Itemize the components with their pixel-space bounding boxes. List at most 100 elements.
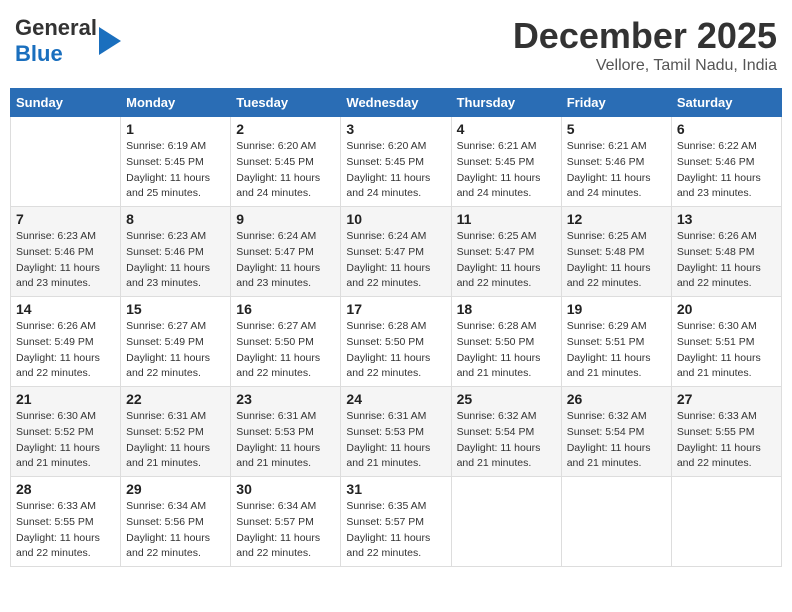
calendar-cell: 6 Sunrise: 6:22 AM Sunset: 5:46 PM Daylig… [671, 117, 781, 207]
calendar-cell: 30 Sunrise: 6:34 AM Sunset: 5:57 PM Dayli… [231, 477, 341, 567]
day-of-week-header: Friday [561, 89, 671, 117]
calendar-week-row: 1Sunrise: 6:19 AM Sunset: 5:45 PM Daylig… [11, 117, 782, 207]
cell-info: Sunrise: 6:20 AM Sunset: 5:45 PM Dayligh… [236, 139, 335, 202]
calendar-cell: 8 Sunrise: 6:23 AM Sunset: 5:46 PM Daylig… [121, 207, 231, 297]
day-number: 3 [346, 121, 445, 137]
day-of-week-header: Thursday [451, 89, 561, 117]
calendar-cell: 24Sunrise: 6:31 AM Sunset: 5:53 PM Dayli… [341, 387, 451, 477]
calendar-cell: 26 Sunrise: 6:32 AM Sunset: 5:54 PM Dayli… [561, 387, 671, 477]
calendar-cell: 18Sunrise: 6:28 AM Sunset: 5:50 PM Dayli… [451, 297, 561, 387]
logo-icon [99, 27, 121, 55]
subtitle: Vellore, Tamil Nadu, India [513, 57, 777, 75]
cell-info: Sunrise: 6:24 AM Sunset: 5:47 PM Dayligh… [346, 229, 445, 292]
cell-info: Sunrise: 6:31 AM Sunset: 5:53 PM Dayligh… [236, 409, 335, 472]
calendar-cell: 9Sunrise: 6:24 AM Sunset: 5:47 PM Daylig… [231, 207, 341, 297]
calendar-week-row: 14 Sunrise: 6:26 AM Sunset: 5:49 PM Dayli… [11, 297, 782, 387]
cell-info: Sunrise: 6:27 AM Sunset: 5:49 PM Dayligh… [126, 319, 225, 382]
day-number: 11 [457, 211, 556, 227]
cell-info: Sunrise: 6:19 AM Sunset: 5:45 PM Dayligh… [126, 139, 225, 202]
day-number: 17 [346, 301, 445, 317]
calendar-cell: 21 Sunrise: 6:30 AM Sunset: 5:52 PM Dayli… [11, 387, 121, 477]
calendar-cell: 19 Sunrise: 6:29 AM Sunset: 5:51 PM Dayli… [561, 297, 671, 387]
day-number: 26 [567, 391, 666, 407]
cell-info: Sunrise: 6:21 AM Sunset: 5:46 PM Dayligh… [567, 139, 666, 202]
day-number: 12 [567, 211, 666, 227]
cell-info: Sunrise: 6:22 AM Sunset: 5:46 PM Dayligh… [677, 139, 776, 202]
day-number: 10 [346, 211, 445, 227]
calendar-cell: 4 Sunrise: 6:21 AM Sunset: 5:45 PM Daylig… [451, 117, 561, 207]
calendar-week-row: 28 Sunrise: 6:33 AM Sunset: 5:55 PM Dayli… [11, 477, 782, 567]
calendar-cell: 11 Sunrise: 6:25 AM Sunset: 5:47 PM Dayli… [451, 207, 561, 297]
cell-info: Sunrise: 6:34 AM Sunset: 5:56 PM Dayligh… [126, 499, 225, 562]
calendar-cell: 5 Sunrise: 6:21 AM Sunset: 5:46 PM Daylig… [561, 117, 671, 207]
cell-info: Sunrise: 6:35 AM Sunset: 5:57 PM Dayligh… [346, 499, 445, 562]
day-number: 19 [567, 301, 666, 317]
calendar-cell: 14 Sunrise: 6:26 AM Sunset: 5:49 PM Dayli… [11, 297, 121, 387]
cell-info: Sunrise: 6:32 AM Sunset: 5:54 PM Dayligh… [567, 409, 666, 472]
day-number: 18 [457, 301, 556, 317]
calendar-cell: 27Sunrise: 6:33 AM Sunset: 5:55 PM Dayli… [671, 387, 781, 477]
calendar-cell: 1Sunrise: 6:19 AM Sunset: 5:45 PM Daylig… [121, 117, 231, 207]
day-number: 25 [457, 391, 556, 407]
cell-info: Sunrise: 6:33 AM Sunset: 5:55 PM Dayligh… [677, 409, 776, 472]
month-title: December 2025 [513, 15, 777, 57]
day-number: 29 [126, 481, 225, 497]
calendar-cell: 16Sunrise: 6:27 AM Sunset: 5:50 PM Dayli… [231, 297, 341, 387]
day-number: 7 [16, 211, 115, 227]
calendar-table: SundayMondayTuesdayWednesdayThursdayFrid… [10, 88, 782, 567]
logo-general: General [15, 15, 97, 40]
calendar-cell: 3Sunrise: 6:20 AM Sunset: 5:45 PM Daylig… [341, 117, 451, 207]
day-number: 23 [236, 391, 335, 407]
calendar-cell: 28 Sunrise: 6:33 AM Sunset: 5:55 PM Dayli… [11, 477, 121, 567]
day-number: 5 [567, 121, 666, 137]
cell-info: Sunrise: 6:23 AM Sunset: 5:46 PM Dayligh… [126, 229, 225, 292]
calendar-cell [11, 117, 121, 207]
calendar-week-row: 7 Sunrise: 6:23 AM Sunset: 5:46 PM Daylig… [11, 207, 782, 297]
day-number: 6 [677, 121, 776, 137]
cell-info: Sunrise: 6:34 AM Sunset: 5:57 PM Dayligh… [236, 499, 335, 562]
calendar-cell: 29 Sunrise: 6:34 AM Sunset: 5:56 PM Dayli… [121, 477, 231, 567]
page-header: General Blue December 2025 Vellore, Tami… [10, 10, 782, 80]
calendar-cell: 12 Sunrise: 6:25 AM Sunset: 5:48 PM Dayli… [561, 207, 671, 297]
cell-info: Sunrise: 6:24 AM Sunset: 5:47 PM Dayligh… [236, 229, 335, 292]
day-of-week-header: Wednesday [341, 89, 451, 117]
day-number: 20 [677, 301, 776, 317]
calendar-cell: 23 Sunrise: 6:31 AM Sunset: 5:53 PM Dayli… [231, 387, 341, 477]
cell-info: Sunrise: 6:21 AM Sunset: 5:45 PM Dayligh… [457, 139, 556, 202]
day-number: 14 [16, 301, 115, 317]
day-number: 30 [236, 481, 335, 497]
cell-info: Sunrise: 6:25 AM Sunset: 5:47 PM Dayligh… [457, 229, 556, 292]
logo-text: General Blue [15, 15, 97, 67]
calendar-header-row: SundayMondayTuesdayWednesdayThursdayFrid… [11, 89, 782, 117]
calendar-cell: 22Sunrise: 6:31 AM Sunset: 5:52 PM Dayli… [121, 387, 231, 477]
day-number: 4 [457, 121, 556, 137]
calendar-cell [451, 477, 561, 567]
calendar-cell: 25 Sunrise: 6:32 AM Sunset: 5:54 PM Dayli… [451, 387, 561, 477]
cell-info: Sunrise: 6:27 AM Sunset: 5:50 PM Dayligh… [236, 319, 335, 382]
day-number: 13 [677, 211, 776, 227]
day-of-week-header: Monday [121, 89, 231, 117]
calendar-cell [561, 477, 671, 567]
calendar-cell: 17Sunrise: 6:28 AM Sunset: 5:50 PM Dayli… [341, 297, 451, 387]
cell-info: Sunrise: 6:26 AM Sunset: 5:49 PM Dayligh… [16, 319, 115, 382]
calendar-week-row: 21 Sunrise: 6:30 AM Sunset: 5:52 PM Dayli… [11, 387, 782, 477]
cell-info: Sunrise: 6:25 AM Sunset: 5:48 PM Dayligh… [567, 229, 666, 292]
day-number: 8 [126, 211, 225, 227]
cell-info: Sunrise: 6:33 AM Sunset: 5:55 PM Dayligh… [16, 499, 115, 562]
day-number: 22 [126, 391, 225, 407]
cell-info: Sunrise: 6:32 AM Sunset: 5:54 PM Dayligh… [457, 409, 556, 472]
day-of-week-header: Tuesday [231, 89, 341, 117]
cell-info: Sunrise: 6:30 AM Sunset: 5:52 PM Dayligh… [16, 409, 115, 472]
logo: General Blue [15, 15, 121, 67]
day-number: 28 [16, 481, 115, 497]
day-number: 21 [16, 391, 115, 407]
cell-info: Sunrise: 6:26 AM Sunset: 5:48 PM Dayligh… [677, 229, 776, 292]
day-number: 31 [346, 481, 445, 497]
cell-info: Sunrise: 6:29 AM Sunset: 5:51 PM Dayligh… [567, 319, 666, 382]
calendar-cell: 7 Sunrise: 6:23 AM Sunset: 5:46 PM Daylig… [11, 207, 121, 297]
cell-info: Sunrise: 6:23 AM Sunset: 5:46 PM Dayligh… [16, 229, 115, 292]
calendar-cell [671, 477, 781, 567]
calendar-cell: 10 Sunrise: 6:24 AM Sunset: 5:47 PM Dayli… [341, 207, 451, 297]
cell-info: Sunrise: 6:30 AM Sunset: 5:51 PM Dayligh… [677, 319, 776, 382]
day-number: 24 [346, 391, 445, 407]
